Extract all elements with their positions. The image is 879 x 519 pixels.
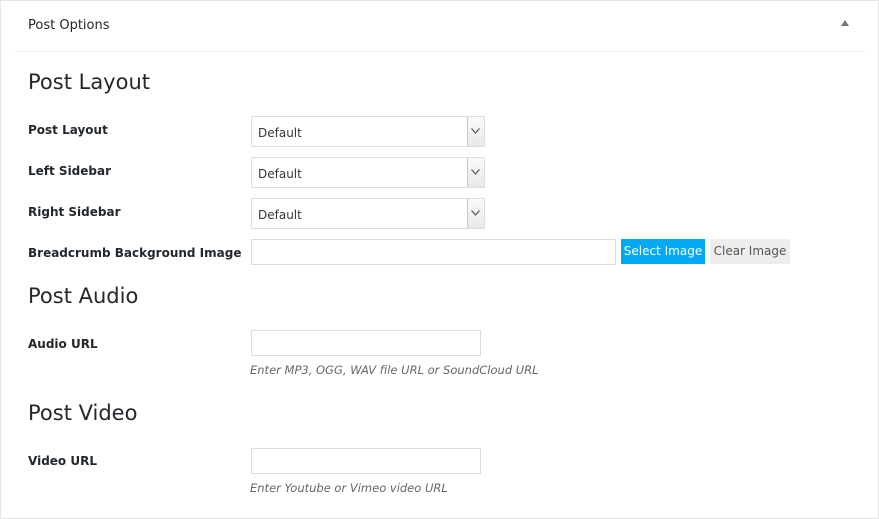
breadcrumb-background-label: Breadcrumb Background Image [28,246,242,260]
clear-image-button[interactable]: Clear Image [710,239,790,264]
video-url-input[interactable] [251,448,481,474]
breadcrumb-background-input[interactable] [251,239,616,265]
audio-url-help: Enter MP3, OGG, WAV file URL or SoundClo… [250,363,539,377]
chevron-down-icon [467,158,484,187]
left-sidebar-select-value: Default [258,167,302,181]
video-url-label: Video URL [28,454,97,468]
section-heading-post-audio: Post Audio [28,284,139,308]
post-options-metabox: Post Options Post Layout Post Layout Def… [0,0,879,519]
right-sidebar-select-value: Default [258,208,302,222]
video-url-help: Enter Youtube or Vimeo video URL [250,481,448,495]
right-sidebar-label: Right Sidebar [28,205,121,219]
chevron-down-icon [467,117,484,146]
left-sidebar-label: Left Sidebar [28,164,112,178]
section-heading-post-video: Post Video [28,401,138,425]
audio-url-label: Audio URL [28,337,98,351]
audio-url-input[interactable] [251,330,481,356]
collapse-toggle-icon[interactable] [841,20,849,26]
post-layout-select[interactable]: Default [251,116,485,147]
metabox-header[interactable]: Post Options [14,1,865,52]
metabox-title: Post Options [28,18,110,33]
right-sidebar-select[interactable]: Default [251,198,485,229]
section-heading-post-layout: Post Layout [28,70,151,94]
chevron-down-icon [467,199,484,228]
post-layout-label: Post Layout [28,123,108,137]
left-sidebar-select[interactable]: Default [251,157,485,188]
select-image-button[interactable]: Select Image [621,239,705,264]
post-layout-select-value: Default [258,126,302,140]
